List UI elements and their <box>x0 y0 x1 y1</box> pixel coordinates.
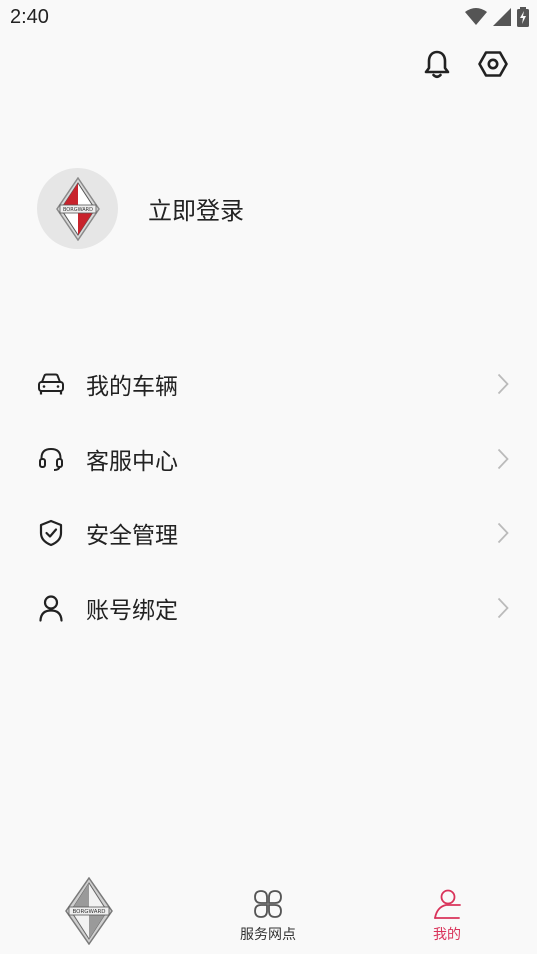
nav-tab-label: 我的 <box>433 927 461 943</box>
menu-item-my-vehicles[interactable]: 我的车辆 <box>0 347 537 422</box>
profile-header[interactable]: BORGWARD 立即登录 <box>37 168 244 249</box>
menu-item-label: 我的车辆 <box>86 374 178 401</box>
nav-tab-home[interactable]: BORGWARD <box>29 874 149 954</box>
wifi-icon <box>465 8 487 25</box>
status-time: 2:40 <box>10 6 49 28</box>
chevron-right-icon <box>497 523 509 544</box>
nav-tab-mine[interactable]: 我的 <box>387 874 507 954</box>
menu-list: 我的车辆 客服中心 安全管理 账号绑定 <box>0 347 537 645</box>
user-icon <box>37 594 65 622</box>
person-icon <box>434 889 461 919</box>
menu-item-customer-service[interactable]: 客服中心 <box>0 422 537 497</box>
nav-tab-service-outlets[interactable]: 服务网点 <box>208 874 328 954</box>
top-actions <box>419 46 511 82</box>
signal-icon <box>493 8 511 26</box>
shield-check-icon <box>37 519 65 547</box>
status-bar: 2:40 <box>0 0 537 36</box>
battery-icon <box>517 7 529 27</box>
status-icons <box>465 7 529 27</box>
bell-icon <box>424 50 450 79</box>
nav-tab-label: 服务网点 <box>240 927 296 943</box>
grid-clover-icon <box>254 890 282 918</box>
settings-hex-icon <box>478 51 508 77</box>
chevron-right-icon <box>497 597 509 618</box>
notification-bell-button[interactable] <box>419 46 455 82</box>
login-link[interactable]: 立即登录 <box>148 191 244 226</box>
bottom-navigation: BORGWARD 服务网点 我的 <box>0 874 537 954</box>
settings-button[interactable] <box>475 46 511 82</box>
borgward-logo-icon: BORGWARD <box>65 877 113 945</box>
menu-item-label: 安全管理 <box>86 523 178 550</box>
headset-icon <box>37 445 65 473</box>
menu-item-label: 客服中心 <box>86 448 178 475</box>
menu-item-label: 账号绑定 <box>86 597 178 624</box>
menu-item-account-binding[interactable]: 账号绑定 <box>0 571 537 646</box>
chevron-right-icon <box>497 374 509 395</box>
menu-item-security[interactable]: 安全管理 <box>0 496 537 571</box>
chevron-right-icon <box>497 448 509 469</box>
svg-text:BORGWARD: BORGWARD <box>62 207 92 213</box>
svg-text:BORGWARD: BORGWARD <box>72 909 105 915</box>
avatar[interactable]: BORGWARD <box>37 168 118 249</box>
car-icon <box>37 370 65 398</box>
borgward-logo-icon: BORGWARD <box>55 176 100 241</box>
